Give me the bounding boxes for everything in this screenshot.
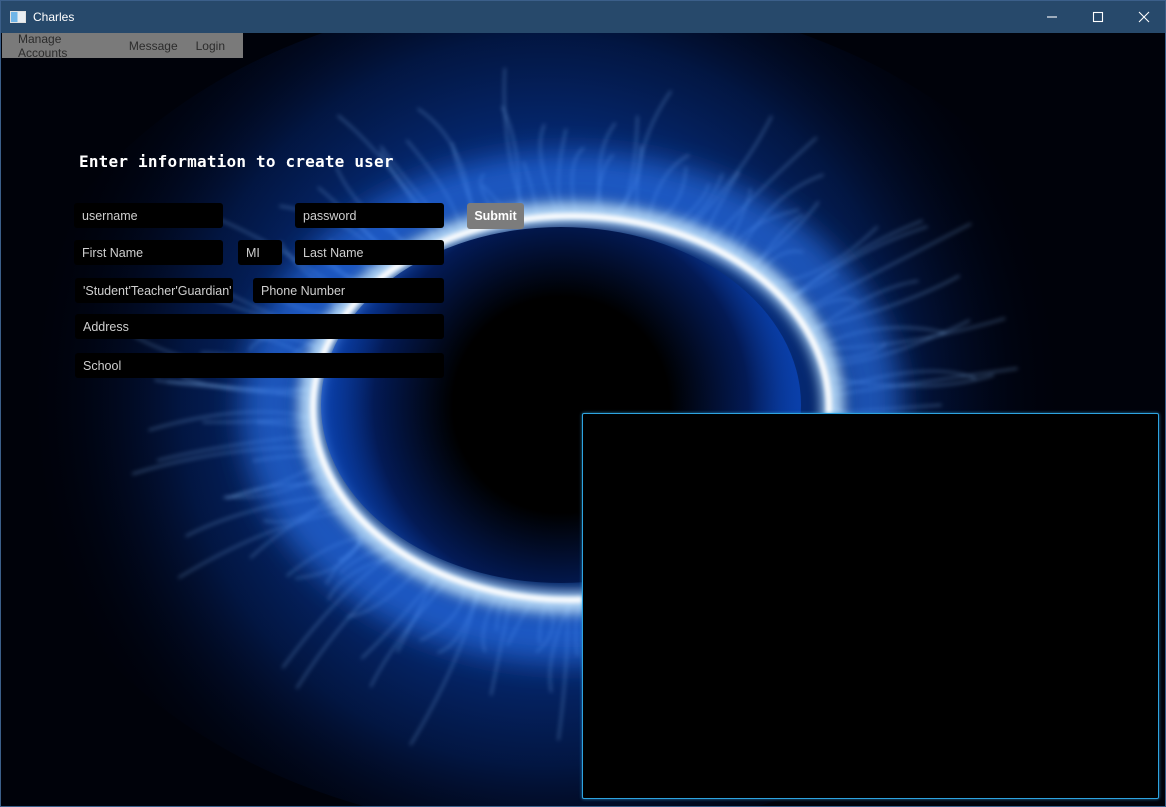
menu-item-login[interactable]: Login [196,39,225,53]
menu-bar: Manage Accounts Message Login [2,33,243,60]
menu-item-manage-accounts[interactable]: Manage Accounts [18,33,111,60]
first-name-field[interactable] [74,240,223,265]
menu-item-message[interactable]: Message [129,39,178,53]
window-title: Charles [33,10,75,24]
phone-number-field[interactable] [253,278,444,303]
output-panel[interactable] [582,413,1159,799]
school-field[interactable] [75,353,444,378]
password-field[interactable] [295,203,444,228]
minimize-icon [1047,16,1057,18]
middle-initial-field[interactable] [238,240,282,265]
maximize-icon [1092,11,1104,23]
window-controls [1029,1,1165,33]
title-bar[interactable]: Charles [1,1,1165,33]
app-icon [10,11,26,23]
last-name-field[interactable] [295,240,444,265]
address-field[interactable] [75,314,444,339]
form-title: Enter information to create user [79,152,394,171]
close-button[interactable] [1121,1,1165,33]
username-field[interactable] [74,203,223,228]
close-icon [1138,11,1150,23]
app-window: Charles Manage Accounts Message Login En… [0,0,1166,807]
maximize-button[interactable] [1075,1,1121,33]
role-field[interactable] [75,278,233,303]
submit-button[interactable]: Submit [467,203,524,229]
minimize-button[interactable] [1029,1,1075,33]
main-content: Manage Accounts Message Login Enter info… [1,33,1165,806]
